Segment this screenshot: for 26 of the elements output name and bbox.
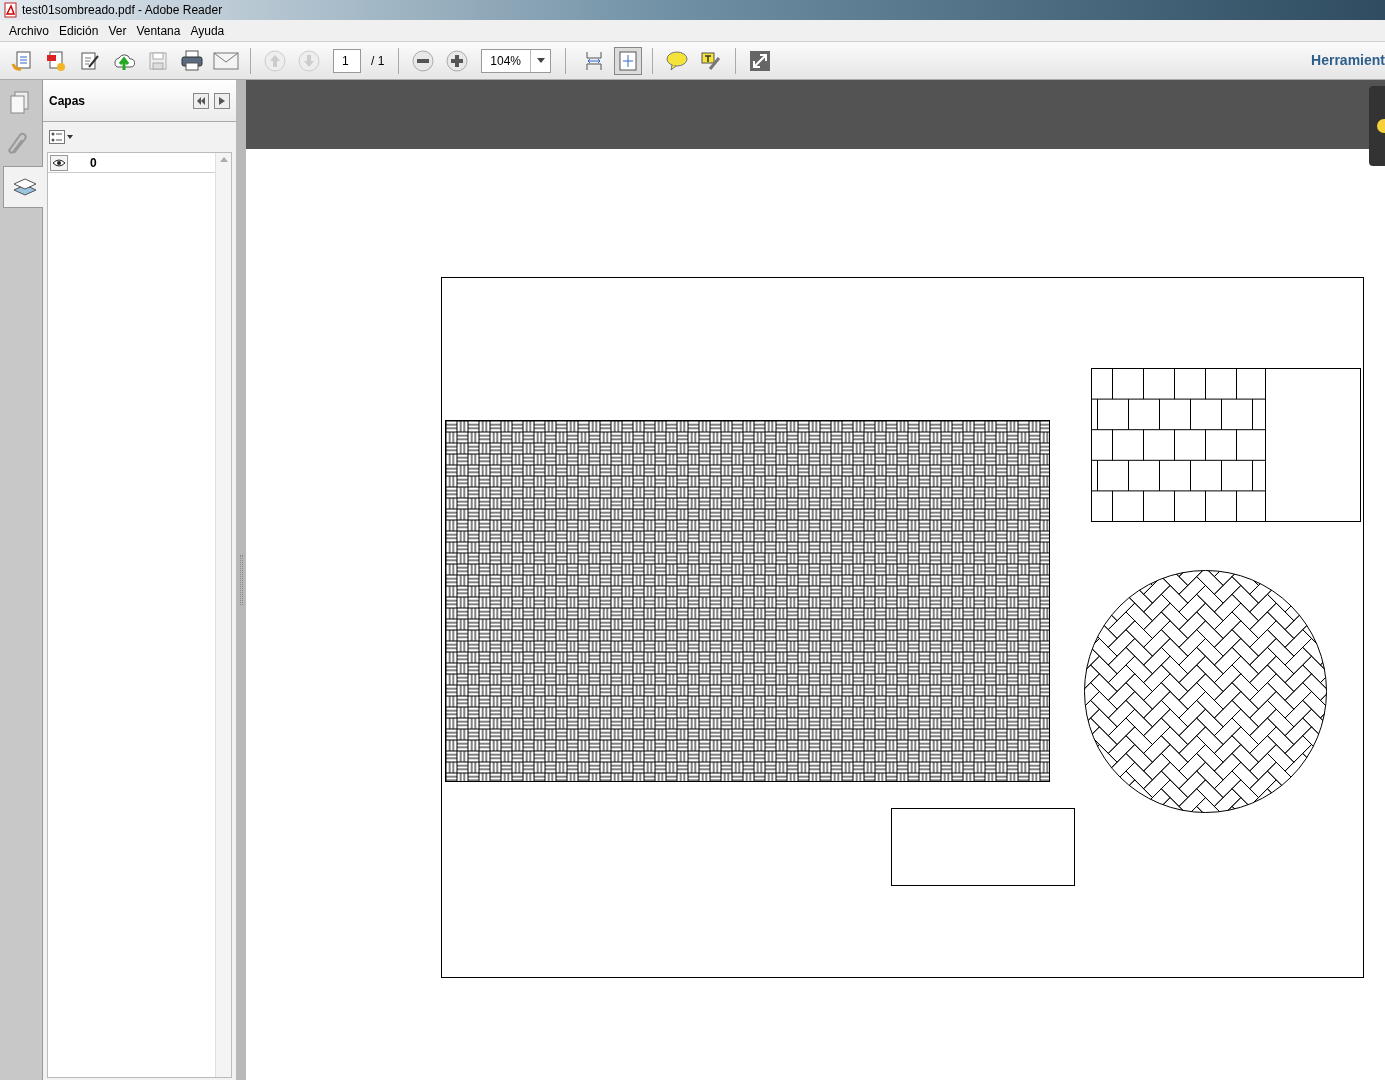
menu-item[interactable]: Ver: [103, 21, 132, 40]
menu-item[interactable]: Ventana: [131, 21, 186, 40]
menu-item[interactable]: Edición: [54, 21, 104, 40]
scrollbar[interactable]: [215, 153, 231, 1077]
window-title: test01sombreado.pdf - Adobe Reader: [22, 2, 223, 19]
options-menu-icon[interactable]: [49, 130, 73, 144]
floating-toolbar-tab[interactable]: [1369, 86, 1385, 166]
double-left-arrow-icon: [196, 96, 206, 105]
menu-item[interactable]: Archivo: [4, 21, 54, 40]
layer-name[interactable]: 0: [90, 153, 97, 172]
panel-title: Capas: [49, 92, 87, 110]
collapse-panel-button[interactable]: [193, 92, 209, 109]
tools-link[interactable]: Herramient: [1311, 50, 1385, 71]
page-total: / 1: [371, 52, 385, 70]
pdf-file-icon: [4, 2, 18, 18]
expand-panel-button[interactable]: [214, 92, 230, 109]
fit-page-icon[interactable]: [614, 46, 643, 75]
scroll-up-icon[interactable]: [219, 157, 228, 162]
visibility-toggle[interactable]: [50, 154, 68, 171]
side-tab[interactable]: [3, 166, 46, 208]
right-arrow-icon: [219, 96, 225, 105]
page-number-field[interactable]: 1: [333, 48, 361, 73]
caret-icon: [536, 58, 545, 63]
eye-icon: [53, 158, 65, 167]
menu-item[interactable]: Ayuda: [185, 21, 230, 40]
zoom-dropdown[interactable]: 104%: [481, 48, 552, 73]
